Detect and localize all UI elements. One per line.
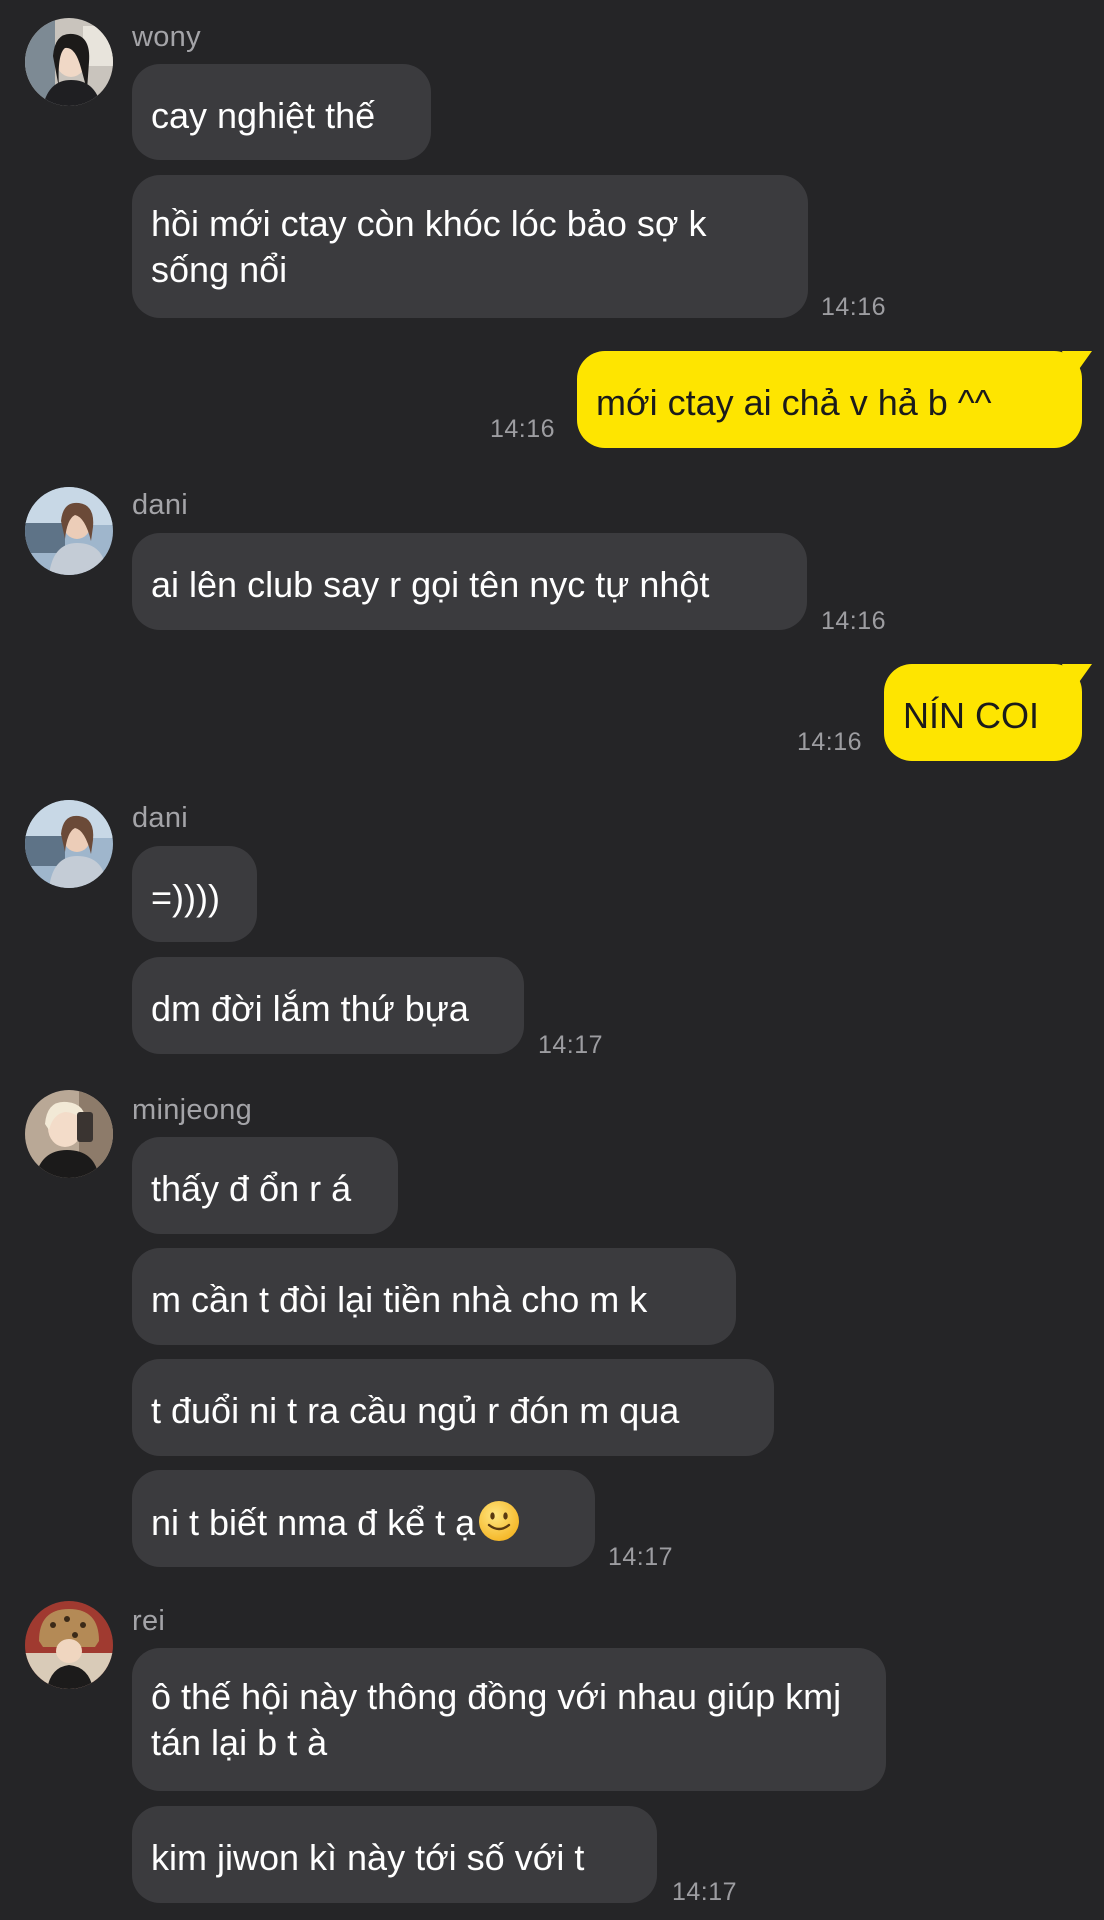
my-message-bubble[interactable]: NÍN COI [884,664,1092,761]
message-bubble[interactable]: ni t biết nma đ kể t ạ [132,1470,595,1567]
message-bubble[interactable]: m cần t đòi lại tiền nhà cho m k [132,1248,736,1345]
my-message-bubble[interactable]: mới ctay ai chả v hả b ^^ [577,351,1092,448]
slightly-smiling-face-icon [479,1501,520,1541]
avatar-dani[interactable] [25,800,113,888]
message-text: ai lên club say r gọi tên nyc tự nhột [151,564,710,605]
message-bubble[interactable]: =)))) [132,846,257,942]
sender-name: rei [132,1605,166,1637]
message-text: ni t biết nma đ kể t ạ [151,1502,476,1543]
message-text: ô thế hội này thông đồng với nhau giúp k… [151,1676,842,1763]
message-timestamp: 14:16 [797,728,863,756]
message-text: cay nghiệt thế [151,95,376,136]
message-text: mới ctay ai chả v hả b ^^ [596,382,992,423]
message-text: dm đời lắm thứ bựa [151,988,469,1029]
avatar-minjeong[interactable] [25,1090,113,1178]
avatar-wony[interactable] [25,18,113,106]
message-bubble[interactable]: ô thế hội này thông đồng với nhau giúp k… [132,1648,886,1791]
sender-name: dani [132,802,189,834]
bubble-tail-icon [1062,664,1092,692]
message-bubble[interactable]: kim jiwon kì này tới số với t [132,1806,657,1903]
bubble-tail-icon [1062,351,1092,379]
message-text: thấy đ ổn r á [151,1168,352,1209]
message-timestamp: 14:17 [608,1543,674,1571]
message-timestamp: 14:16 [490,415,556,443]
message-timestamp: 14:17 [672,1878,738,1906]
message-bubble[interactable]: ai lên club say r gọi tên nyc tự nhột [132,533,807,630]
message-bubble[interactable]: thấy đ ổn r á [132,1137,398,1234]
message-timestamp: 14:17 [538,1031,604,1059]
sender-name: dani [132,489,189,521]
message-text: hồi mới ctay còn khóc lóc bảo sợ k sống … [151,203,707,290]
message-text: m cần t đòi lại tiền nhà cho m k [151,1279,648,1320]
message-text: NÍN COI [903,695,1040,736]
message-bubble[interactable]: dm đời lắm thứ bựa [132,957,524,1054]
sender-name: minjeong [132,1094,253,1126]
message-text: =)))) [151,877,220,918]
message-timestamp: 14:16 [821,293,887,321]
message-bubble[interactable]: t đuổi ni t ra cầu ngủ r đón m qua [132,1359,774,1456]
sender-name: wony [132,21,201,53]
message-bubble[interactable]: hồi mới ctay còn khóc lóc bảo sợ k sống … [132,175,808,318]
avatar-rei[interactable] [25,1601,113,1689]
message-text: kim jiwon kì này tới số với t [151,1837,585,1878]
message-text: t đuổi ni t ra cầu ngủ r đón m qua [151,1390,680,1431]
message-bubble[interactable]: cay nghiệt thế [132,64,431,160]
message-timestamp: 14:16 [821,607,887,635]
avatar-dani[interactable] [25,487,113,575]
